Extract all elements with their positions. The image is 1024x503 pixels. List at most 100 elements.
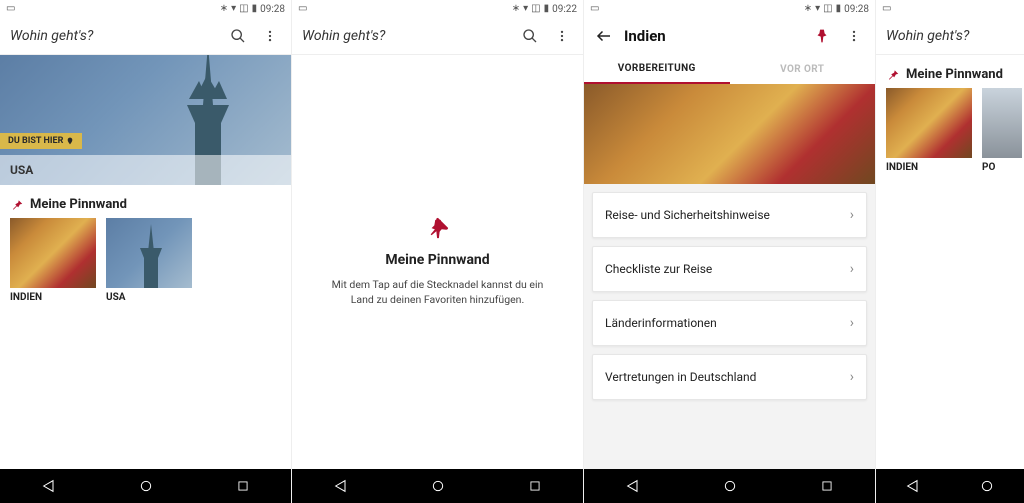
hero-card-usa[interactable]: DU BIST HIER USA (0, 55, 291, 185)
list-row-label: Vertretungen in Deutschland (605, 370, 756, 384)
tab-vor-ort[interactable]: VOR ORT (730, 54, 876, 84)
pinboard-title: Meine Pinnwand (906, 67, 1003, 82)
battery-icon: ▮ (836, 4, 842, 14)
list-row-label: Checkliste zur Reise (605, 262, 712, 276)
chevron-right-icon: › (850, 315, 854, 331)
battery-icon: ▮ (252, 4, 258, 14)
nav-back-icon[interactable] (328, 473, 354, 499)
device-icon: ▭ (6, 4, 15, 14)
nav-back-icon[interactable] (900, 473, 926, 499)
header: Wohin geht's? (292, 18, 583, 54)
header: Wohin geht's? (0, 18, 291, 54)
more-icon[interactable] (551, 25, 573, 47)
thumb-indien[interactable]: INDIEN (886, 88, 972, 173)
no-sim-icon: ◫ (531, 4, 540, 14)
no-sim-icon: ◫ (239, 4, 248, 14)
list-row[interactable]: Checkliste zur Reise › (592, 246, 867, 292)
pin-icon (10, 198, 24, 212)
android-navbar (0, 469, 291, 503)
pin-icon[interactable] (811, 25, 833, 47)
search-placeholder[interactable]: Wohin geht's? (302, 28, 509, 44)
pin-icon (427, 216, 449, 242)
status-bar: ▭ ∗ ▾ ◫ ▮ 09:28 (584, 0, 875, 18)
nav-home-icon[interactable] (974, 473, 1000, 499)
nav-back-icon[interactable] (36, 473, 62, 499)
screen-home-with-hero: ▭ ∗ ▾ ◫ ▮ 09:28 Wohin geht's? (0, 0, 292, 503)
bluetooth-icon: ∗ (804, 4, 812, 14)
back-icon[interactable] (594, 25, 614, 47)
nav-home-icon[interactable] (717, 473, 743, 499)
pinboard-empty-state: Meine Pinnwand Mit dem Tap auf die Steck… (292, 55, 583, 469)
nav-back-icon[interactable] (620, 473, 646, 499)
more-icon[interactable] (843, 25, 865, 47)
list-row[interactable]: Vertretungen in Deutschland › (592, 354, 867, 400)
android-navbar (292, 469, 583, 503)
device-icon: ▭ (882, 4, 891, 14)
wifi-icon: ▾ (523, 4, 528, 14)
status-time: 09:28 (844, 4, 869, 15)
list-row-label: Reise- und Sicherheitshinweise (605, 208, 770, 222)
screen-home-cutoff: ▭ Wohin geht's? Meine Pinnwand INDIEN PO (876, 0, 1024, 503)
hero-image-india (584, 84, 875, 184)
thumb-image (982, 88, 1022, 158)
list-row[interactable]: Länderinformationen › (592, 300, 867, 346)
android-navbar (876, 469, 1024, 503)
thumb-image (106, 218, 192, 288)
device-icon: ▭ (298, 4, 307, 14)
pinboard-title: Meine Pinnwand (30, 197, 127, 212)
empty-title: Meine Pinnwand (385, 252, 489, 268)
thumb-label: PO (982, 162, 1022, 173)
page-title: Indien (624, 27, 801, 45)
pinboard-thumbs: INDIEN PO (876, 88, 1024, 173)
pin-icon (886, 68, 900, 82)
header: Indien (584, 18, 875, 54)
search-icon[interactable] (519, 25, 541, 47)
list-row-label: Länderinformationen (605, 316, 717, 330)
bluetooth-icon: ∗ (220, 4, 228, 14)
location-pin-icon (66, 136, 74, 146)
tab-bar: VORBEREITUNG VOR ORT (584, 54, 875, 84)
pinboard-thumbs: INDIEN USA (0, 218, 291, 303)
thumb-label: INDIEN (886, 162, 972, 173)
empty-description: Mit dem Tap auf die Stecknadel kannst du… (322, 278, 553, 307)
pinboard-header: Meine Pinnwand (876, 55, 1024, 88)
thumb-indien[interactable]: INDIEN (10, 218, 96, 303)
pinboard-header: Meine Pinnwand (0, 185, 291, 218)
screen-country-detail: ▭ ∗ ▾ ◫ ▮ 09:28 Indien VORBEREITUNG VOR … (584, 0, 876, 503)
status-bar: ▭ (876, 0, 1024, 18)
device-icon: ▭ (590, 4, 599, 14)
android-navbar (584, 469, 875, 503)
search-placeholder[interactable]: Wohin geht's? (10, 28, 217, 44)
header: Wohin geht's? (876, 18, 1024, 54)
status-time: 09:28 (260, 4, 285, 15)
thumb-polen-cut[interactable]: PO (982, 88, 1022, 173)
status-bar: ▭ ∗ ▾ ◫ ▮ 09:22 (292, 0, 583, 18)
more-icon[interactable] (259, 25, 281, 47)
battery-icon: ▮ (544, 4, 550, 14)
status-time: 09:22 (552, 4, 577, 15)
chevron-right-icon: › (850, 207, 854, 223)
hero-caption: USA (0, 155, 291, 185)
nav-recent-icon[interactable] (814, 473, 840, 499)
status-bar: ▭ ∗ ▾ ◫ ▮ 09:28 (0, 0, 291, 18)
thumb-image (886, 88, 972, 158)
bluetooth-icon: ∗ (512, 4, 520, 14)
wifi-icon: ▾ (815, 4, 820, 14)
tab-vorbereitung[interactable]: VORBEREITUNG (584, 54, 730, 84)
screen-home-empty: ▭ ∗ ▾ ◫ ▮ 09:22 Wohin geht's? Meine Pinn… (292, 0, 584, 503)
search-icon[interactable] (227, 25, 249, 47)
nav-recent-icon[interactable] (230, 473, 256, 499)
thumb-label: USA (106, 292, 192, 303)
search-placeholder[interactable]: Wohin geht's? (886, 28, 1014, 44)
nav-home-icon[interactable] (133, 473, 159, 499)
nav-recent-icon[interactable] (522, 473, 548, 499)
thumb-label: INDIEN (10, 292, 96, 303)
nav-home-icon[interactable] (425, 473, 451, 499)
no-sim-icon: ◫ (823, 4, 832, 14)
list-row[interactable]: Reise- und Sicherheitshinweise › (592, 192, 867, 238)
chevron-right-icon: › (850, 261, 854, 277)
chevron-right-icon: › (850, 369, 854, 385)
thumb-usa[interactable]: USA (106, 218, 192, 303)
wifi-icon: ▾ (231, 4, 236, 14)
thumb-image (10, 218, 96, 288)
